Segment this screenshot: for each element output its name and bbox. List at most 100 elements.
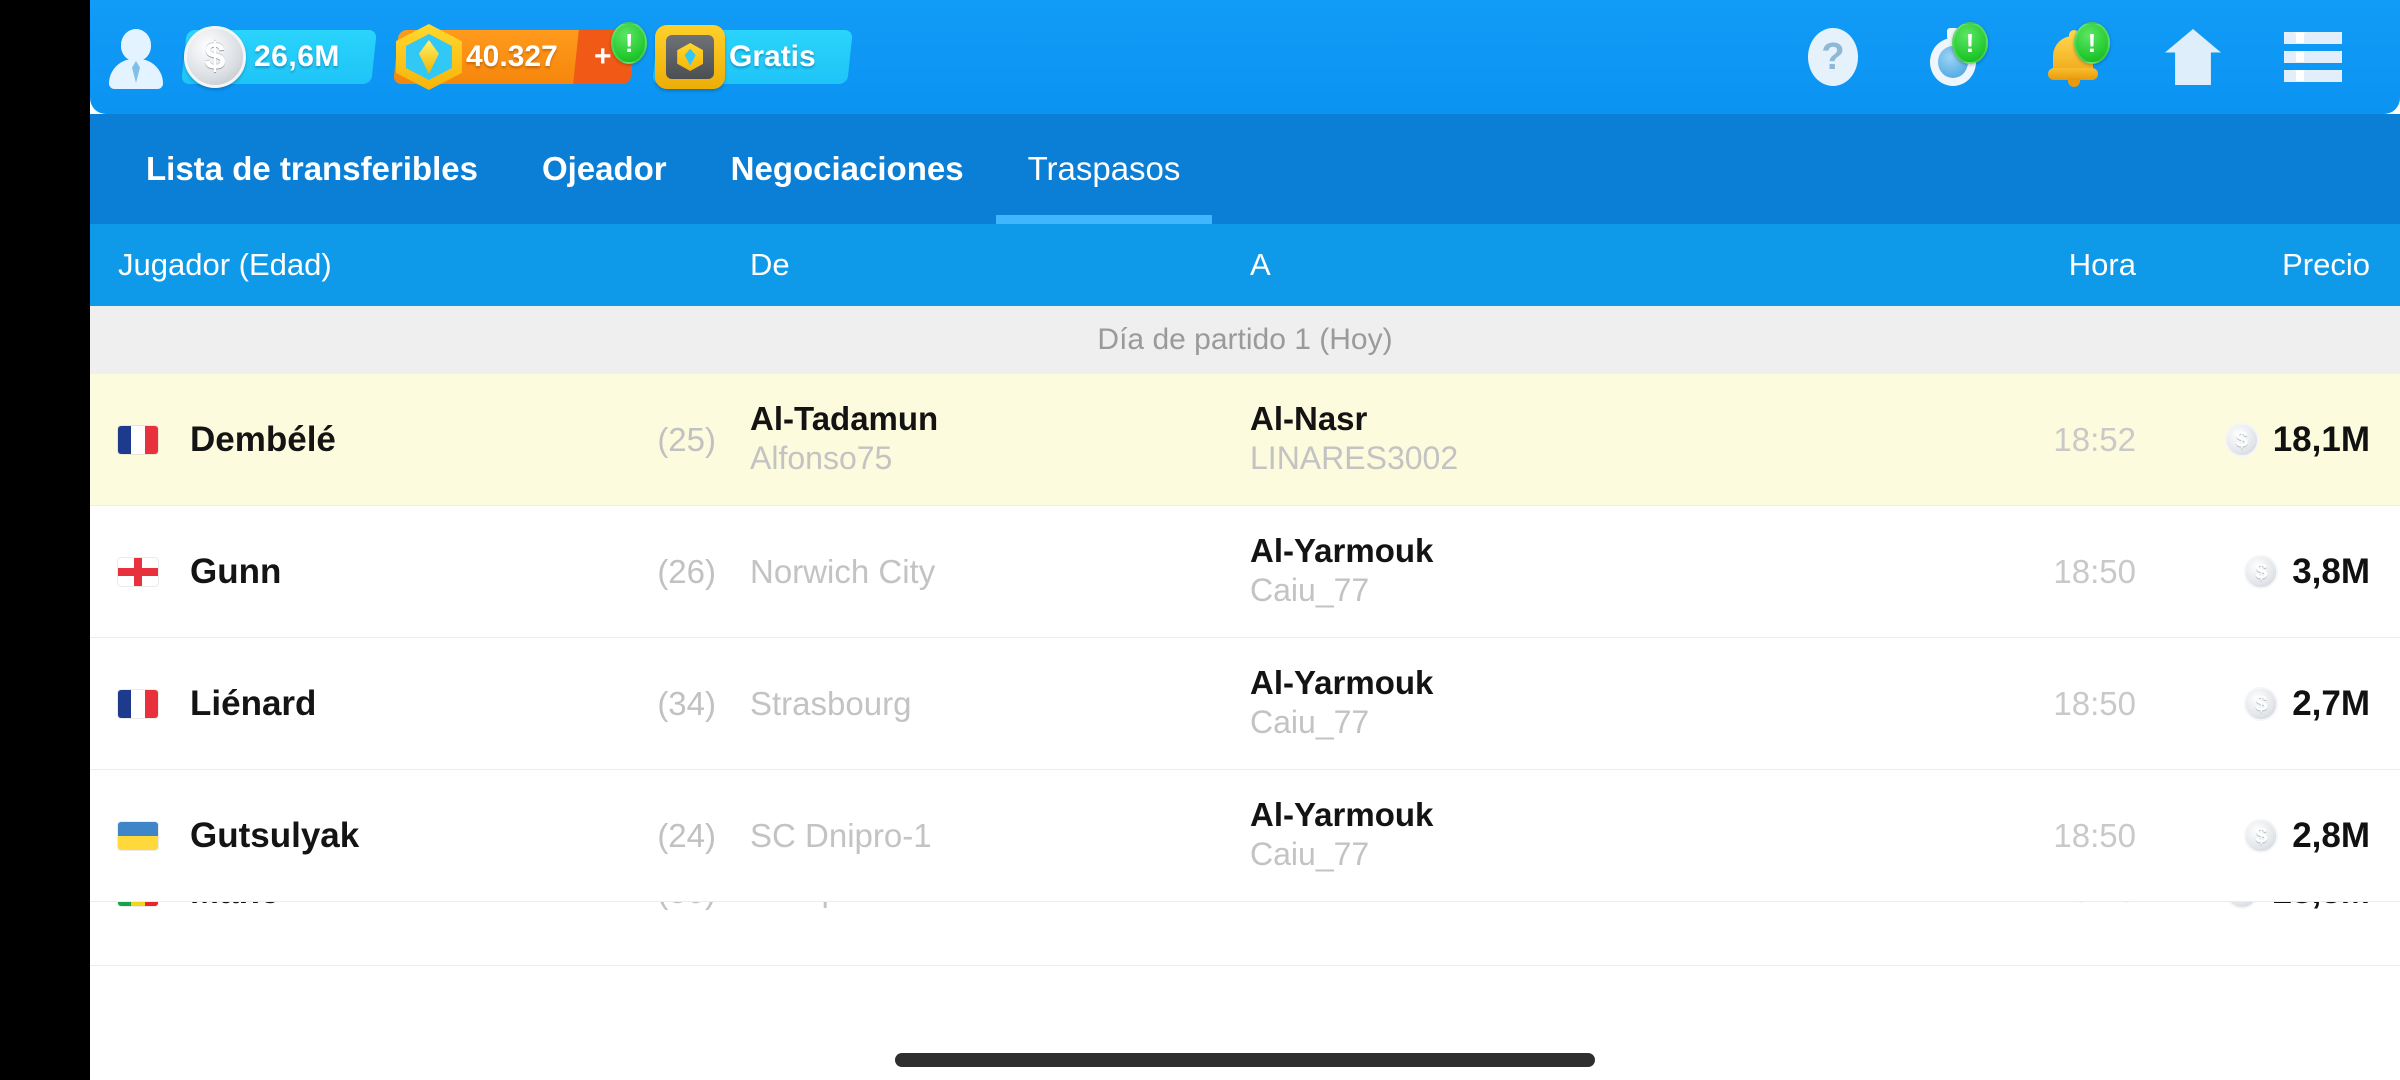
to-club-user: LINARES3002 [1250,440,1459,477]
from-club-name: Al-Tadamun [750,399,939,437]
column-header-to[interactable]: A [1250,247,1850,283]
player-name: Gunn [190,551,282,591]
top-icon-cluster: ? ! ! [1804,22,2400,90]
cell-from-club: Strasbourg [750,686,1250,722]
home-button[interactable] [2164,24,2222,90]
cell-price: $ 28,3M [2170,902,2400,912]
from-club-name: SC Dnipro-1 [750,816,932,854]
coin-icon: $ [184,26,246,88]
country-flag-icon [118,557,158,586]
tab-bar: Lista de transferibles Ojeador Negociaci… [90,114,2400,224]
cell-from-club: SC Dnipro-1 [750,818,1250,854]
money-chip[interactable]: $ 26,6M [181,26,377,88]
cell-to-club: Al-Yarmouk Caiu_77 [1250,533,1850,610]
price-value: 2,7M [2292,683,2370,723]
cell-to-club: Al-Nasr [1250,902,1850,908]
player-name: Dembélé [190,419,336,459]
home-icon [2165,29,2221,85]
price-value: 28,3M [2273,902,2370,912]
coin-icon: $ [2244,818,2279,853]
token-add-button[interactable]: + [594,40,612,74]
column-header-time[interactable]: Hora [1850,247,2170,283]
cell-player: Liénard (34) [90,684,750,724]
cell-price: $ 3,8M [2170,552,2400,592]
country-flag-icon [118,689,158,718]
cell-time: 18:50 [2053,552,2136,590]
player-age: (30) [657,902,750,911]
cell-to-club: Al-Yarmouk Caiu_77 [1250,797,1850,874]
cell-time: 18:49 [1850,902,2170,910]
token-chip[interactable]: 40.327 + ! [393,22,648,90]
token-alert-badge: ! [611,22,648,64]
to-club-name: Al-Nasr [1250,399,1368,437]
tab-ojeador[interactable]: Ojeador [510,114,699,224]
player-name: Gutsulyak [190,815,360,855]
coin-icon: $ [2224,902,2259,909]
price-value: 18,1M [2272,419,2370,459]
menu-button[interactable] [2284,24,2342,90]
tab-traspasos[interactable]: Traspasos [995,114,1213,224]
manager-avatar-icon[interactable] [104,25,168,89]
coin-icon: $ [2244,554,2279,589]
device-notch-bar [0,0,90,1080]
column-header-price[interactable]: Precio [2170,247,2400,283]
cell-to-club: Al-Nasr LINARES3002 [1250,401,1850,478]
token-value: 40.327 [465,40,558,73]
cell-player: Mané (30) [90,902,750,912]
help-button[interactable]: ? [1804,24,1862,90]
top-status-bar: $ 26,6M 40.327 + ! Gratis ? ! ! [90,0,2400,114]
section-header-label: Día de partido 1 (Hoy) [1097,323,1393,356]
country-flag-icon [118,821,158,850]
cell-to-club: Al-Yarmouk Caiu_77 [1250,665,1850,742]
cell-time: 18:50 [2053,684,2136,722]
to-club-name: Al-Yarmouk [1250,663,1434,701]
tv-reward-chip[interactable]: Gratis [652,25,853,89]
tab-lista-de-transferibles[interactable]: Lista de transferibles [114,114,510,224]
player-name: Liénard [190,683,317,723]
cell-player: Gutsulyak (24) [90,816,750,856]
app-root: $ 26,6M 40.327 + ! Gratis ? ! ! Lista de… [0,0,2400,1080]
to-club-name: Al-Yarmouk [1250,795,1434,833]
cell-price: $ 2,8M [2170,816,2400,856]
menu-icon [2284,31,2342,82]
to-club-name: Al-Yarmouk [1250,531,1434,569]
tab-negociaciones[interactable]: Negociaciones [699,114,996,224]
money-value: 26,6M [254,40,340,73]
column-header-from[interactable]: De [750,247,1250,283]
table-row[interactable]: Mané (30) Liverpool Al-Nasr 18:49 $ 28,3… [90,902,2400,966]
to-club-user: Caiu_77 [1250,572,1370,609]
table-row[interactable]: Liénard (34) Strasbourg Al-Yarmouk Caiu_… [90,638,2400,770]
tab-label: Negociaciones [730,150,964,187]
bell-alert-badge: ! [2074,22,2110,64]
app-screen: $ 26,6M 40.327 + ! Gratis ? ! ! Lista de… [90,0,2400,1080]
cell-player: Dembélé (25) [90,420,750,460]
table-row[interactable]: Gunn (26) Norwich City Al-Yarmouk Caiu_7… [90,506,2400,638]
table-row[interactable]: Gutsulyak (24) SC Dnipro-1 Al-Yarmouk Ca… [90,770,2400,902]
player-age: (34) [657,684,716,722]
notifications-button[interactable]: ! [2044,22,2110,90]
stopwatch-alert-badge: ! [1952,22,1988,64]
column-header-player[interactable]: Jugador (Edad) [90,247,750,283]
from-club-name: Norwich City [750,552,936,590]
tab-label: Traspasos [1027,150,1181,187]
stopwatch-button[interactable]: ! [1924,22,1988,90]
coin-icon: $ [2224,422,2259,457]
to-club-user: Caiu_77 [1250,704,1370,741]
to-club-name: Al-Nasr [1250,902,1850,908]
tab-label: Ojeador [541,150,667,187]
to-club-user: Caiu_77 [1250,836,1370,873]
cell-from-club: Norwich City [750,554,1250,590]
cell-price: $ 18,1M [2170,420,2400,460]
cell-time: 18:52 [2053,420,2136,458]
player-name: Mané [190,902,279,912]
help-icon: ? [1808,28,1858,86]
cell-from-club: Liverpool [750,902,1250,908]
system-nav-pill[interactable] [895,1053,1595,1067]
table-row[interactable]: Dembélé (25) Al-Tadamun Alfonso75 Al-Nas… [90,374,2400,506]
cell-from-club: Al-Tadamun Alfonso75 [750,401,1250,478]
cell-price: $ 2,7M [2170,684,2400,724]
coin-icon: $ [2244,686,2279,721]
tab-label: Lista de transferibles [146,150,478,187]
country-flag-icon [118,425,158,454]
cell-player: Gunn (26) [90,552,750,592]
